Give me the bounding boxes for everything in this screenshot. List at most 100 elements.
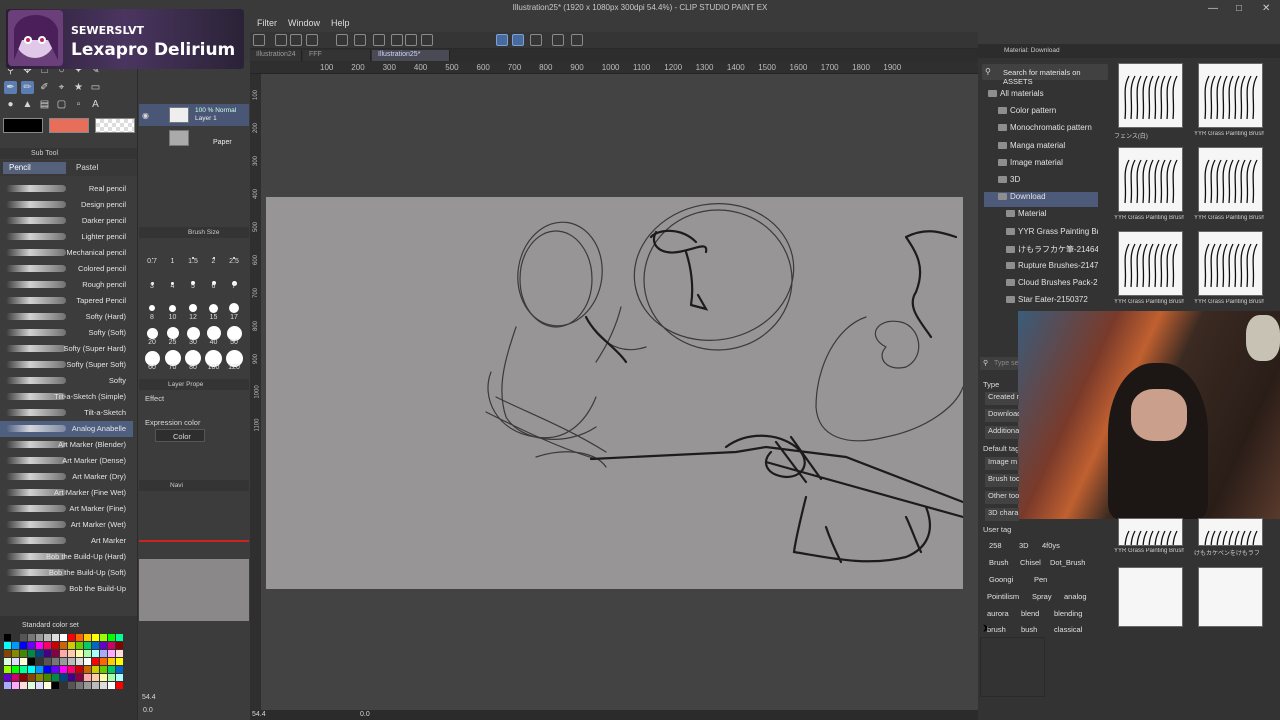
eraser-icon[interactable]: ▭ (89, 81, 102, 94)
tree-item[interactable]: Color pattern (984, 106, 1098, 121)
color-swatch[interactable] (108, 666, 115, 673)
color-swatch[interactable] (76, 674, 83, 681)
color-swatch[interactable] (12, 674, 19, 681)
user-tag[interactable]: 3D (1015, 540, 1033, 551)
color-swatch[interactable] (92, 658, 99, 665)
color-swatch[interactable] (4, 642, 11, 649)
default-tag-button[interactable]: Other tool (985, 491, 1019, 504)
pen-icon[interactable]: ✒ (4, 81, 17, 94)
color-swatch[interactable] (44, 634, 51, 641)
brush-item[interactable]: Tilt-a-Sketch (0, 405, 133, 421)
snap-special-ruler-icon[interactable] (512, 34, 524, 46)
transform-icon[interactable] (391, 34, 403, 46)
user-tag[interactable]: blend (1017, 608, 1043, 619)
brush-item[interactable]: Bob the Build-Up (0, 581, 133, 597)
color-swatch[interactable] (92, 642, 99, 649)
color-swatch[interactable] (4, 682, 11, 689)
user-tag[interactable]: Pointilism (983, 591, 1023, 602)
color-swatch[interactable] (60, 650, 67, 657)
brush-size-value[interactable]: 15 (204, 314, 224, 321)
menu-window[interactable]: Window (288, 18, 320, 28)
color-swatch[interactable] (92, 666, 99, 673)
color-swatch[interactable] (52, 674, 59, 681)
brush-size-value[interactable]: 12 (183, 314, 203, 321)
brush-item[interactable]: Analog Anabelle (0, 421, 133, 437)
color-swatch[interactable] (28, 634, 35, 641)
color-swatch[interactable] (116, 658, 123, 665)
tree-item[interactable]: Image material (984, 158, 1098, 173)
color-swatch[interactable] (28, 666, 35, 673)
menu-filter[interactable]: Filter (257, 18, 277, 28)
tree-item[interactable]: Star Eater-2150372 (984, 295, 1098, 310)
material-thumbnail[interactable] (1198, 147, 1263, 212)
color-swatch[interactable] (100, 682, 107, 689)
color-swatch[interactable] (60, 642, 67, 649)
color-swatch[interactable] (84, 682, 91, 689)
tab-illustration24[interactable]: Illustration24 (250, 50, 302, 61)
color-swatch[interactable] (52, 658, 59, 665)
tree-item[interactable]: Download (984, 192, 1098, 208)
user-tag[interactable]: 4f0ys (1038, 540, 1064, 551)
brush-size-dot[interactable] (206, 326, 221, 340)
brush-size-value[interactable]: 6 (204, 283, 224, 290)
brush-item[interactable]: Art Marker (Dry) (0, 469, 133, 485)
brush-size-dot[interactable] (166, 327, 179, 339)
expression-color-select[interactable]: Color (155, 429, 205, 442)
navigator-zoom[interactable]: 54.4 (142, 694, 156, 701)
material-thumbnail[interactable] (1198, 518, 1263, 575)
user-tag[interactable]: brush (983, 624, 1010, 635)
assets-icon[interactable] (552, 34, 564, 46)
blend-icon[interactable]: ● (4, 98, 17, 111)
brush-icon[interactable]: ✐ (38, 81, 51, 94)
material-search2-box[interactable]: ⚲ Type se (980, 357, 1020, 370)
user-tag[interactable]: Dot_Brush (1046, 557, 1089, 568)
brush-size-dot[interactable] (149, 305, 155, 311)
color-swatch[interactable] (20, 666, 27, 673)
layer-row-paper[interactable]: Paper (139, 128, 249, 150)
brush-item[interactable]: Darker pencil (0, 213, 133, 229)
menu-help[interactable]: Help (331, 18, 350, 28)
color-swatch[interactable] (4, 674, 11, 681)
color-swatch[interactable] (20, 682, 27, 689)
brush-item[interactable]: Softy (0, 373, 133, 389)
brush-size-value[interactable]: 40 (204, 339, 224, 346)
brush-size-value[interactable]: 4 (163, 283, 183, 290)
brush-size-value[interactable]: 100 (204, 364, 224, 371)
brush-size-value[interactable]: 7 (224, 283, 244, 290)
brush-item[interactable]: Bob the Build-Up (Hard) (0, 549, 133, 565)
crop-icon[interactable] (421, 34, 433, 46)
brush-size-value[interactable]: 10 (163, 314, 183, 321)
color-swatch[interactable] (92, 634, 99, 641)
fill-tool-icon[interactable]: ▲ (21, 98, 34, 111)
color-swatch[interactable] (68, 634, 75, 641)
brush-item[interactable]: Rough pencil (0, 277, 133, 293)
color-swatch[interactable] (116, 666, 123, 673)
color-swatch[interactable] (44, 642, 51, 649)
color-swatch[interactable] (76, 642, 83, 649)
brush-item[interactable]: Tapered Pencil (0, 293, 133, 309)
main-color-swatch[interactable] (3, 118, 43, 133)
color-swatch[interactable] (28, 650, 35, 657)
sub-color-swatch[interactable] (49, 118, 89, 133)
clear-icon[interactable] (373, 34, 385, 46)
type-button[interactable]: Created m (985, 392, 1019, 405)
tree-item[interactable]: Manga material (984, 141, 1098, 156)
decoration-icon[interactable]: ★ (72, 81, 85, 94)
color-swatch[interactable] (76, 666, 83, 673)
color-swatch[interactable] (20, 642, 27, 649)
color-swatch[interactable] (116, 634, 123, 641)
minimize-icon[interactable]: — (1208, 3, 1218, 14)
color-swatch[interactable] (12, 634, 19, 641)
color-swatch[interactable] (44, 682, 51, 689)
user-tag[interactable]: Spray (1028, 591, 1056, 602)
color-swatch[interactable] (100, 650, 107, 657)
fill-icon[interactable] (405, 34, 417, 46)
maximize-icon[interactable]: □ (1236, 3, 1242, 14)
color-swatch[interactable] (4, 658, 11, 665)
brush-size-dot[interactable] (186, 326, 200, 340)
material-thumbnail[interactable] (1118, 231, 1183, 296)
color-swatch[interactable] (44, 666, 51, 673)
color-swatch[interactable] (20, 650, 27, 657)
color-swatch[interactable] (36, 650, 43, 657)
tab-pencil[interactable]: Pencil (3, 162, 66, 174)
